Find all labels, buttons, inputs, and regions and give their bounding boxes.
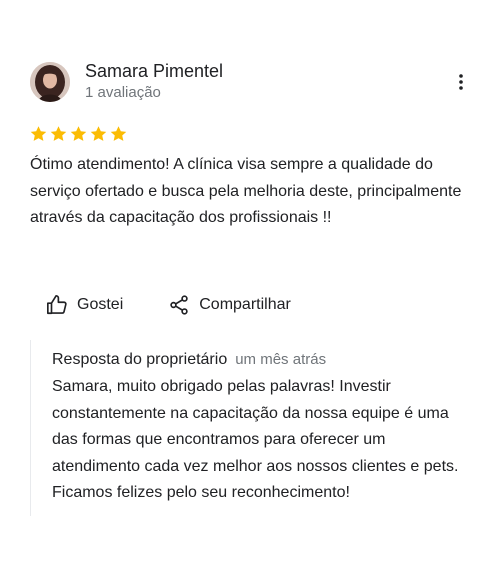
star-icon bbox=[90, 126, 107, 141]
owner-reply-text: Samara, muito obrigado pelas palavras! I… bbox=[52, 378, 459, 501]
star-icon bbox=[70, 126, 87, 141]
owner-reply-header: Resposta do proprietário um mês atrás bbox=[52, 351, 326, 369]
reviewer-review-count: 1 avaliação bbox=[85, 84, 161, 101]
owner-reply: Resposta do proprietário um mês atrás Sam… bbox=[30, 340, 476, 516]
review-actions: Gostei Compartilhar bbox=[46, 291, 291, 319]
like-label: Gostei bbox=[77, 296, 124, 313]
star-rating bbox=[29, 124, 128, 144]
star-icon bbox=[110, 126, 127, 141]
owner-reply-time: um mês atrás bbox=[235, 351, 327, 368]
thumb-up-icon bbox=[47, 295, 67, 315]
review-text: Ótimo atendimento! A clínica visa sempre… bbox=[30, 156, 462, 226]
owner-reply-title: Resposta do proprietário bbox=[52, 351, 228, 368]
like-button[interactable]: Gostei bbox=[46, 294, 123, 316]
review-header: Samara Pimentel 1 avaliação bbox=[30, 60, 480, 104]
share-button[interactable]: Compartilhar bbox=[168, 294, 291, 316]
more-options-button[interactable] bbox=[449, 66, 473, 98]
share-label: Compartilhar bbox=[199, 296, 291, 313]
star-icon bbox=[50, 126, 67, 141]
more-vert-icon bbox=[459, 74, 463, 90]
star-icon bbox=[30, 126, 47, 141]
reviewer-name[interactable]: Samara Pimentel bbox=[85, 60, 223, 82]
avatar[interactable] bbox=[30, 62, 70, 102]
avatar-image bbox=[30, 62, 70, 102]
share-icon bbox=[170, 295, 188, 315]
